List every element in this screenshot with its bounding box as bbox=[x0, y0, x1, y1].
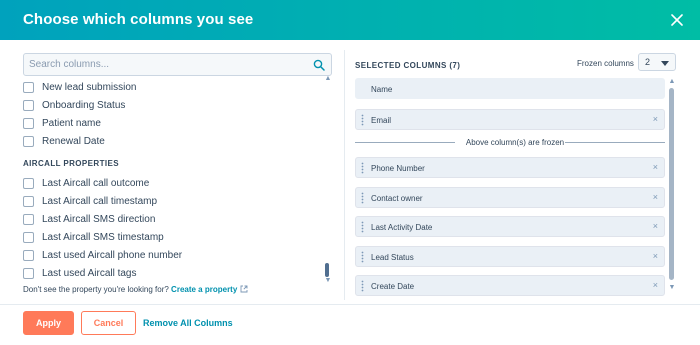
checkbox[interactable] bbox=[23, 249, 34, 261]
property-label: Last used Aircall phone number bbox=[42, 249, 183, 261]
selected-column-last-activity-date[interactable]: Last Activity Date × bbox=[355, 216, 665, 237]
selected-column-contact-owner[interactable]: Contact owner × bbox=[355, 187, 665, 208]
scroll-down-arrow-icon[interactable]: ▼ bbox=[323, 277, 333, 285]
property-list: New lead submission Onboarding Status Pa… bbox=[23, 79, 323, 309]
property-option[interactable]: Last Aircall call outcome bbox=[23, 176, 149, 190]
property-option[interactable]: Last Aircall call timestamp bbox=[23, 194, 157, 208]
checkbox[interactable] bbox=[23, 213, 34, 225]
property-label: New lead submission bbox=[42, 81, 137, 93]
property-option[interactable]: Renewal Date bbox=[23, 134, 105, 148]
drag-handle-icon[interactable] bbox=[361, 251, 364, 263]
drag-handle-icon[interactable] bbox=[361, 192, 364, 204]
footer-divider bbox=[0, 304, 700, 305]
checkbox[interactable] bbox=[23, 81, 34, 93]
checkbox[interactable] bbox=[23, 231, 34, 243]
dialog-header: Choose which columns you see bbox=[0, 0, 700, 40]
property-option[interactable]: Onboarding Status bbox=[23, 98, 125, 112]
property-option[interactable]: Last used Aircall phone number bbox=[23, 248, 182, 262]
property-option[interactable]: New lead submission bbox=[23, 80, 137, 94]
cancel-button[interactable]: Cancel bbox=[81, 311, 136, 335]
drag-handle-icon[interactable] bbox=[361, 280, 364, 292]
property-label: Last Aircall SMS direction bbox=[42, 213, 156, 225]
selected-columns-title: SELECTED COLUMNS (7) bbox=[355, 61, 461, 70]
checkbox[interactable] bbox=[23, 195, 34, 207]
remove-column-icon[interactable]: × bbox=[653, 162, 658, 173]
remove-column-icon[interactable]: × bbox=[653, 280, 658, 291]
property-label: Last Aircall call outcome bbox=[42, 177, 150, 189]
column-label: Phone Number bbox=[371, 164, 425, 173]
search-box bbox=[23, 53, 332, 76]
selected-columns-panel: SELECTED COLUMNS (7) Frozen columns 2 Na… bbox=[355, 50, 685, 300]
close-icon bbox=[671, 14, 683, 26]
property-label: Patient name bbox=[42, 117, 101, 129]
scrollbar-thumb[interactable] bbox=[325, 263, 329, 277]
selected-column-name: Name bbox=[355, 78, 665, 99]
frozen-columns-select[interactable]: 2 bbox=[638, 53, 676, 71]
column-label: Create Date bbox=[371, 282, 415, 291]
drag-handle-icon[interactable] bbox=[361, 221, 364, 233]
property-label: Last Aircall call timestamp bbox=[42, 195, 158, 207]
remove-column-icon[interactable]: × bbox=[653, 192, 658, 203]
external-link-icon bbox=[240, 285, 247, 293]
section-heading-aircall: AIRCALL PROPERTIES bbox=[23, 159, 119, 168]
caret-down-icon bbox=[661, 61, 669, 66]
column-label: Lead Status bbox=[371, 253, 414, 262]
panel-divider bbox=[344, 50, 345, 300]
frozen-columns-label: Frozen columns bbox=[577, 59, 634, 68]
remove-column-icon[interactable]: × bbox=[653, 221, 658, 232]
selected-column-phone-number[interactable]: Phone Number × bbox=[355, 157, 665, 178]
remove-all-columns-button[interactable]: Remove All Columns bbox=[143, 318, 233, 328]
property-label: Onboarding Status bbox=[42, 99, 126, 111]
scrollbar-thumb[interactable] bbox=[669, 88, 674, 280]
property-label: Last used Aircall tags bbox=[42, 267, 137, 279]
frozen-separator-text: Above column(s) are frozen bbox=[465, 138, 565, 147]
left-scrollbar[interactable]: ▲ ▼ bbox=[323, 75, 333, 285]
selected-column-create-date[interactable]: Create Date × bbox=[355, 275, 665, 296]
property-option[interactable]: Last Aircall SMS timestamp bbox=[23, 230, 164, 244]
scroll-up-arrow-icon[interactable]: ▲ bbox=[323, 75, 333, 83]
property-label: Renewal Date bbox=[42, 135, 105, 147]
selected-column-lead-status[interactable]: Lead Status × bbox=[355, 246, 665, 267]
column-label: Last Activity Date bbox=[371, 223, 433, 232]
drag-handle-icon[interactable] bbox=[361, 162, 364, 174]
checkbox[interactable] bbox=[23, 135, 34, 147]
column-label: Contact owner bbox=[371, 194, 423, 203]
frozen-separator: Above column(s) are frozen bbox=[355, 136, 665, 148]
scroll-up-arrow-icon[interactable]: ▲ bbox=[668, 78, 676, 86]
create-property-link[interactable]: Create a property bbox=[171, 285, 237, 294]
checkbox[interactable] bbox=[23, 267, 34, 279]
checkbox[interactable] bbox=[23, 177, 34, 189]
checkbox[interactable] bbox=[23, 117, 34, 129]
help-text: Don't see the property you're looking fo… bbox=[23, 285, 169, 294]
available-columns-panel: New lead submission Onboarding Status Pa… bbox=[23, 53, 335, 303]
property-option[interactable]: Patient name bbox=[23, 116, 101, 130]
search-input[interactable] bbox=[24, 54, 304, 75]
close-button[interactable] bbox=[666, 9, 688, 31]
drag-handle-icon[interactable] bbox=[361, 114, 364, 126]
selected-column-email[interactable]: Email × bbox=[355, 109, 665, 130]
column-label: Name bbox=[371, 85, 393, 94]
scroll-down-arrow-icon[interactable]: ▼ bbox=[668, 284, 676, 292]
column-label: Email bbox=[371, 116, 392, 125]
search-icon[interactable] bbox=[313, 59, 325, 71]
dialog-title: Choose which columns you see bbox=[23, 11, 254, 28]
help-line: Don't see the property you're looking fo… bbox=[23, 285, 248, 294]
remove-column-icon[interactable]: × bbox=[653, 114, 658, 125]
property-option[interactable]: Last used Aircall tags bbox=[23, 266, 137, 280]
remove-column-icon[interactable]: × bbox=[653, 251, 658, 262]
property-option[interactable]: Last Aircall SMS direction bbox=[23, 212, 155, 226]
right-scrollbar[interactable]: ▲ ▼ bbox=[668, 78, 676, 298]
apply-button[interactable]: Apply bbox=[23, 311, 74, 335]
property-label: Last Aircall SMS timestamp bbox=[42, 231, 164, 243]
frozen-columns-value: 2 bbox=[645, 57, 651, 67]
checkbox[interactable] bbox=[23, 99, 34, 111]
